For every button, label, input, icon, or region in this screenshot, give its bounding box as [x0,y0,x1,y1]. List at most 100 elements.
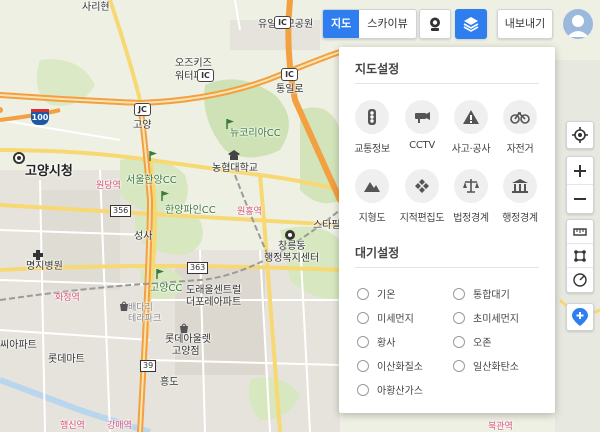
layer-terrain[interactable]: 지형도 [346,169,398,224]
air-option-label: 황사 [377,338,396,349]
air-option-pm25[interactable]: 초미세먼지 [453,310,519,325]
map-type-skyview-button[interactable]: 스카이뷰 [359,10,415,38]
layer-legal-boundary[interactable]: 법정경계 [445,169,497,224]
legal-boundary-icon [463,179,479,193]
user-icon [567,15,589,37]
layer-accident[interactable]: 사고·공사 [445,100,497,155]
layer-cctv[interactable]: CCTV [396,100,448,151]
layer-traffic[interactable]: 교통정보 [346,100,398,155]
ic-badge: IC [281,68,298,81]
hospital-icon [33,250,43,260]
map-label-seongsa: 성사 [134,231,153,242]
radio-button[interactable] [453,335,465,348]
air-settings-title: 대기설정 [355,246,400,260]
cctv-icon [415,112,430,123]
roadview-camera-icon [430,17,440,31]
layer-label: 행정경계 [502,213,538,224]
air-option-so2[interactable]: 아황산가스 [357,382,423,397]
radio-button[interactable] [357,335,369,348]
layer-label: 지적편집도 [399,213,445,224]
radio-button[interactable] [453,359,465,372]
air-option-label: 오존 [473,338,492,349]
map-label-goyang: 고양 [133,120,152,131]
divider [355,83,539,84]
radius-tool-button[interactable] [567,268,593,292]
city-hall-icon [13,152,25,164]
radio-button[interactable] [453,311,465,324]
air-option-ozone[interactable]: 오존 [453,334,491,349]
add-place-button[interactable] [566,303,594,331]
radio-button[interactable] [357,383,369,396]
location-pin-plus-icon [572,308,588,326]
golf-flag-icon [156,269,164,279]
crosshair-icon [572,127,588,143]
map-label-star: 스타필 [313,220,341,231]
map-label-hwajeong: 화정역 [55,293,80,303]
air-option-temperature[interactable]: 기온 [357,286,395,301]
golf-flag-icon [161,191,169,201]
zoom-controls [566,156,594,214]
map-type-map-button[interactable]: 지도 [323,10,360,38]
my-location-button[interactable] [566,121,594,149]
map-label-changneung: 창릉동 [278,241,306,252]
export-button[interactable]: 내보내기 [497,9,553,39]
roadview-button[interactable] [419,9,451,39]
layer-label: 사고·공사 [451,144,491,155]
layer-label: 교통정보 [354,144,390,155]
map-label-gimi: 강매역 [107,421,132,431]
radio-button[interactable] [357,311,369,324]
map-label-wondang: 원흥역 [237,207,262,217]
map-label-lotte-mart: 롯데마트 [48,354,85,365]
jc-badge: JC [134,103,151,116]
air-option-label: 이산화질소 [377,362,423,373]
map-label-dorae2: 더포레아파트 [186,297,242,308]
layer-label: 지형도 [358,213,386,224]
area-tool-button[interactable] [567,244,593,268]
air-option-label: 초미세먼지 [473,314,519,325]
map-type-toggle[interactable]: 지도 스카이뷰 [322,9,417,39]
air-option-label: 기온 [377,290,396,301]
shopping-icon [120,301,128,311]
shopping-icon [180,323,188,333]
layers-button[interactable] [455,9,487,39]
air-option-yellow-dust[interactable]: 황사 [357,334,395,349]
map-label-lotte-outlet: 롯데아울렛 [165,334,211,345]
distance-tool-button[interactable] [567,220,593,244]
air-option-no2[interactable]: 이산화질소 [357,358,423,373]
layer-label: CCTV [409,140,435,151]
divider [355,267,539,268]
map-label-changneung2: 행정복지센터 [264,253,320,264]
ic-badge: IC [197,69,214,82]
air-option-label: 일산화탄소 [473,362,519,373]
ruler-icon [573,227,587,236]
route-39-badge: 39 [140,360,157,372]
air-option-co[interactable]: 일산화탄소 [453,358,519,373]
golf-flag-icon [149,151,157,161]
layer-admin-boundary[interactable]: 행정경계 [494,169,546,224]
air-option-label: 아황산가스 [377,386,423,397]
user-avatar[interactable] [563,9,593,39]
school-icon [228,150,240,160]
air-option-pm10[interactable]: 미세먼지 [357,310,414,325]
map-label-tongillo: 통일로 [276,84,304,95]
radio-button[interactable] [357,287,369,300]
zoom-out-button[interactable] [567,185,593,213]
terrain-icon [364,182,380,192]
map-settings-title: 지도설정 [355,62,400,76]
radio-button[interactable] [357,359,369,372]
map-label-nonghyup: 농협대학교 [212,163,258,174]
layer-bicycle[interactable]: 자전거 [494,100,546,155]
air-option-label: 통합대기 [473,290,510,301]
radio-button[interactable] [453,287,465,300]
map-label-myeongji: 명지병원 [26,261,63,272]
layer-cadastral[interactable]: 지적편집도 [396,169,448,224]
minus-icon [574,198,586,200]
plus-icon [574,164,586,177]
government-office-icon [285,230,295,240]
map-label-hanyang-pine-cc: 한양파인CC [165,205,216,216]
zoom-in-button[interactable] [567,157,593,185]
map-label-seoul-hanyang-cc: 서울한양CC [126,175,177,186]
map-settings-panel: 지도설정 교통정보 CCTV 사고·공사 자전거 지형도 지적편집도 법정경계 … [339,47,555,413]
route-356-badge: 356 [110,205,132,217]
air-option-integrated[interactable]: 통합대기 [453,286,510,301]
